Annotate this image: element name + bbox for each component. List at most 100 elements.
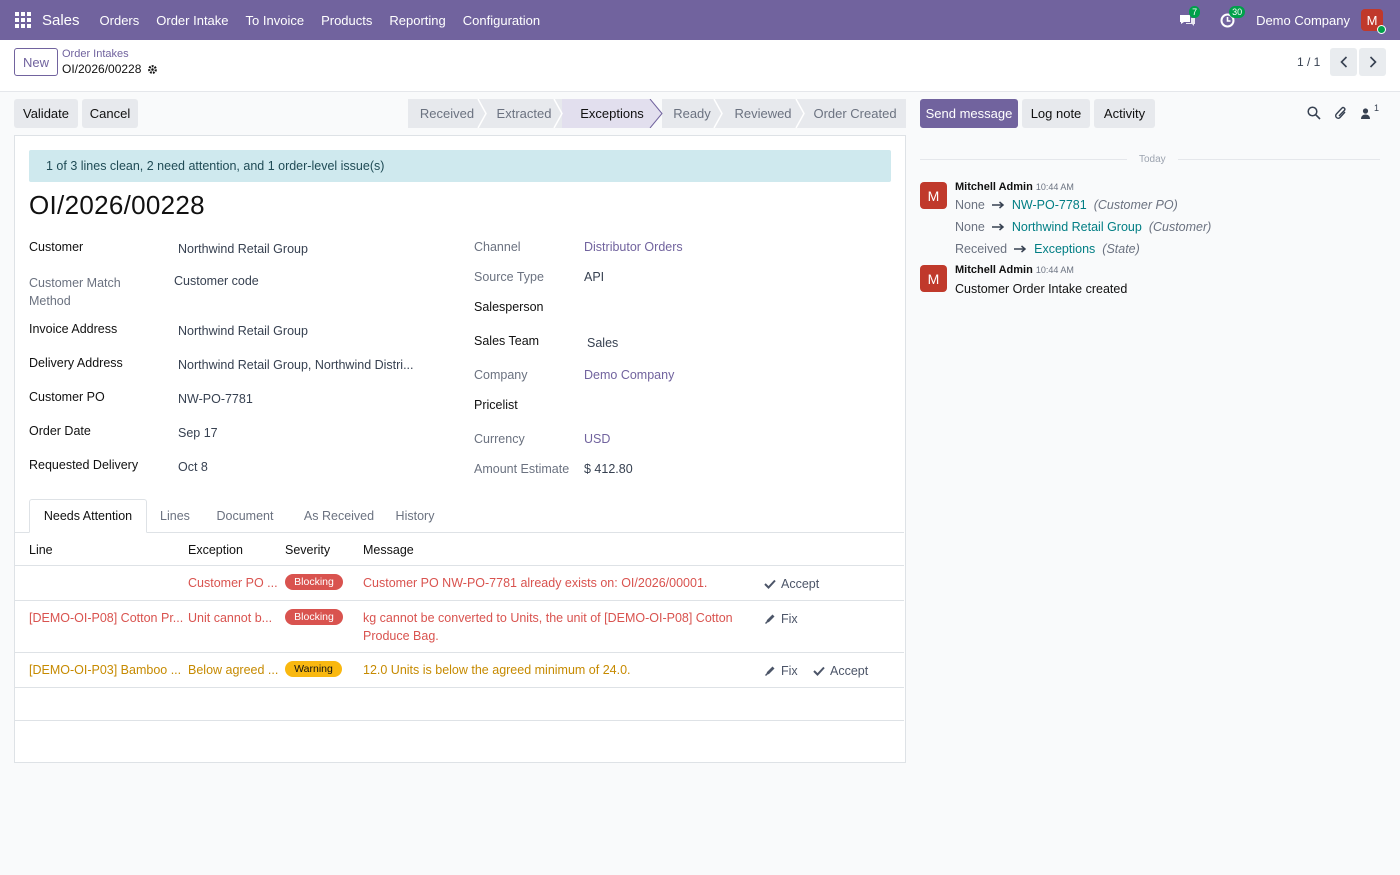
cancel-button[interactable]: Cancel bbox=[82, 99, 138, 128]
company-switcher[interactable]: Demo Company bbox=[1256, 13, 1350, 28]
tracking-field-name: (State) bbox=[1102, 242, 1140, 256]
fix-button[interactable]: Fix bbox=[764, 664, 798, 678]
requested-delivery-field[interactable]: Oct 8 bbox=[178, 460, 208, 474]
message-avatar[interactable]: M bbox=[920, 265, 947, 292]
currency-label: Currency bbox=[474, 432, 525, 446]
message-avatar[interactable]: M bbox=[920, 182, 947, 209]
arrow-right-icon bbox=[1014, 245, 1027, 253]
customer-po-field[interactable]: NW-PO-7781 bbox=[178, 392, 253, 406]
activity-button[interactable]: Activity bbox=[1094, 99, 1155, 128]
amount-estimate-label: Amount Estimate bbox=[474, 462, 570, 476]
message-body: Customer Order Intake created bbox=[955, 282, 1128, 296]
tab-document[interactable]: Document bbox=[208, 499, 282, 533]
tracking-value: None Northwind Retail Group (Customer) bbox=[955, 220, 1211, 234]
breadcrumb-current: OI/2026/00228 bbox=[62, 62, 158, 76]
row-message-cell: Customer PO NW-PO-7781 already exists on… bbox=[363, 576, 708, 590]
message-author[interactable]: Mitchell Admin 10:44 AM bbox=[955, 181, 1074, 193]
send-message-button[interactable]: Send message bbox=[920, 99, 1018, 128]
stage-separators bbox=[477, 99, 805, 128]
column-header-severity[interactable]: Severity bbox=[285, 543, 330, 557]
channel-label: Channel bbox=[474, 240, 521, 254]
customer-field[interactable]: Northwind Retail Group bbox=[178, 242, 308, 256]
row-message-cell-line2: Produce Bag. bbox=[363, 629, 439, 643]
menu-orders[interactable]: Orders bbox=[100, 13, 140, 28]
pager-value[interactable]: 1 / 1 bbox=[1297, 55, 1320, 69]
fix-button[interactable]: Fix bbox=[764, 612, 798, 626]
author-name: Mitchell Admin bbox=[955, 181, 1033, 193]
messages-button[interactable]: 7 bbox=[1176, 6, 1201, 31]
company-field[interactable]: Demo Company bbox=[584, 368, 674, 382]
new-button[interactable]: New bbox=[14, 48, 58, 76]
author-name: Mitchell Admin bbox=[955, 264, 1033, 276]
row-line-cell: [DEMO-OI-P08] Cotton Pr... bbox=[29, 611, 184, 625]
table-divider bbox=[14, 687, 904, 688]
severity-badge: Blocking bbox=[285, 609, 343, 625]
tracking-value: Received Exceptions (State) bbox=[955, 242, 1140, 256]
company-label: Company bbox=[474, 368, 528, 382]
tab-history[interactable]: History bbox=[388, 499, 442, 533]
column-header-message[interactable]: Message bbox=[363, 543, 414, 557]
tracking-new-value: Northwind Retail Group bbox=[1011, 220, 1142, 234]
customer-label: Customer bbox=[29, 240, 84, 254]
record-title: OI/2026/00228 bbox=[29, 190, 205, 220]
validate-button[interactable]: Validate bbox=[14, 99, 78, 128]
chevron-right-icon bbox=[1369, 56, 1377, 68]
date-separator-label: Today bbox=[1135, 154, 1170, 165]
info-alert: 1 of 3 lines clean, 2 need attention, an… bbox=[29, 150, 891, 182]
gear-icon[interactable] bbox=[147, 64, 158, 75]
channel-field[interactable]: Distributor Orders bbox=[584, 240, 683, 254]
menu-order-intake[interactable]: Order Intake bbox=[156, 13, 228, 28]
invoice-address-label: Invoice Address bbox=[29, 322, 118, 336]
followers-button[interactable]: 1 bbox=[1360, 103, 1379, 121]
severity-badge: Warning bbox=[285, 661, 342, 677]
menu-to-invoice[interactable]: To Invoice bbox=[246, 13, 305, 28]
paperclip-icon[interactable] bbox=[1334, 105, 1348, 121]
row-message-cell-line1: kg cannot be converted to Units, the uni… bbox=[363, 611, 733, 625]
order-date-field[interactable]: Sep 17 bbox=[178, 426, 218, 440]
tracking-field-name: (Customer PO) bbox=[1093, 198, 1178, 212]
pencil-icon bbox=[765, 666, 775, 676]
pencil-icon bbox=[765, 614, 775, 624]
activities-button[interactable]: 30 bbox=[1216, 6, 1246, 31]
messages-count-badge: 7 bbox=[1189, 6, 1201, 18]
log-note-button[interactable]: Log note bbox=[1022, 99, 1090, 128]
control-panel: New Order Intakes OI/2026/00228 1 / 1 bbox=[0, 40, 1400, 92]
source-type-label: Source Type bbox=[474, 270, 544, 284]
row-line-cell: [DEMO-OI-P03] Bamboo ... bbox=[29, 663, 182, 677]
tracking-old-value: None bbox=[955, 198, 985, 212]
pager-previous-button[interactable] bbox=[1330, 48, 1357, 76]
check-icon bbox=[813, 666, 825, 676]
pager-next-button[interactable] bbox=[1359, 48, 1386, 76]
delivery-address-label: Delivery Address bbox=[29, 356, 123, 370]
pricelist-label: Pricelist bbox=[474, 398, 518, 412]
table-divider bbox=[14, 720, 904, 721]
delivery-address-field[interactable]: Northwind Retail Group, Northwind Distri… bbox=[178, 358, 414, 372]
table-divider bbox=[14, 600, 904, 601]
menu-products[interactable]: Products bbox=[321, 13, 372, 28]
accept-button[interactable]: Accept bbox=[764, 577, 819, 591]
notebook-tabs: Needs Attention Lines Document As Receiv… bbox=[14, 499, 904, 533]
apps-grid-icon[interactable] bbox=[15, 12, 31, 28]
sales-team-field[interactable]: Sales bbox=[587, 336, 618, 350]
menu-configuration[interactable]: Configuration bbox=[463, 13, 540, 28]
user-avatar[interactable]: M bbox=[1361, 9, 1386, 34]
column-header-exception[interactable]: Exception bbox=[188, 543, 243, 557]
message-author[interactable]: Mitchell Admin 10:44 AM bbox=[955, 264, 1074, 276]
customer-match-method-field[interactable]: Customer code bbox=[174, 274, 259, 288]
table-divider bbox=[14, 652, 904, 653]
accept-button[interactable]: Accept bbox=[813, 664, 868, 678]
breadcrumb-parent[interactable]: Order Intakes bbox=[62, 48, 129, 60]
app-name[interactable]: Sales bbox=[42, 12, 80, 29]
currency-field[interactable]: USD bbox=[584, 432, 610, 446]
menu-reporting[interactable]: Reporting bbox=[389, 13, 445, 28]
breadcrumb-current-label: OI/2026/00228 bbox=[62, 62, 142, 76]
tab-as-received[interactable]: As Received bbox=[294, 499, 384, 533]
fix-label: Fix bbox=[781, 664, 798, 678]
search-icon[interactable] bbox=[1307, 106, 1321, 120]
column-header-line[interactable]: Line bbox=[29, 543, 53, 557]
invoice-address-field[interactable]: Northwind Retail Group bbox=[178, 324, 308, 338]
tab-lines[interactable]: Lines bbox=[152, 499, 198, 533]
accept-label: Accept bbox=[830, 664, 869, 678]
source-type-field[interactable]: API bbox=[584, 270, 604, 284]
tab-needs-attention[interactable]: Needs Attention bbox=[29, 499, 147, 533]
